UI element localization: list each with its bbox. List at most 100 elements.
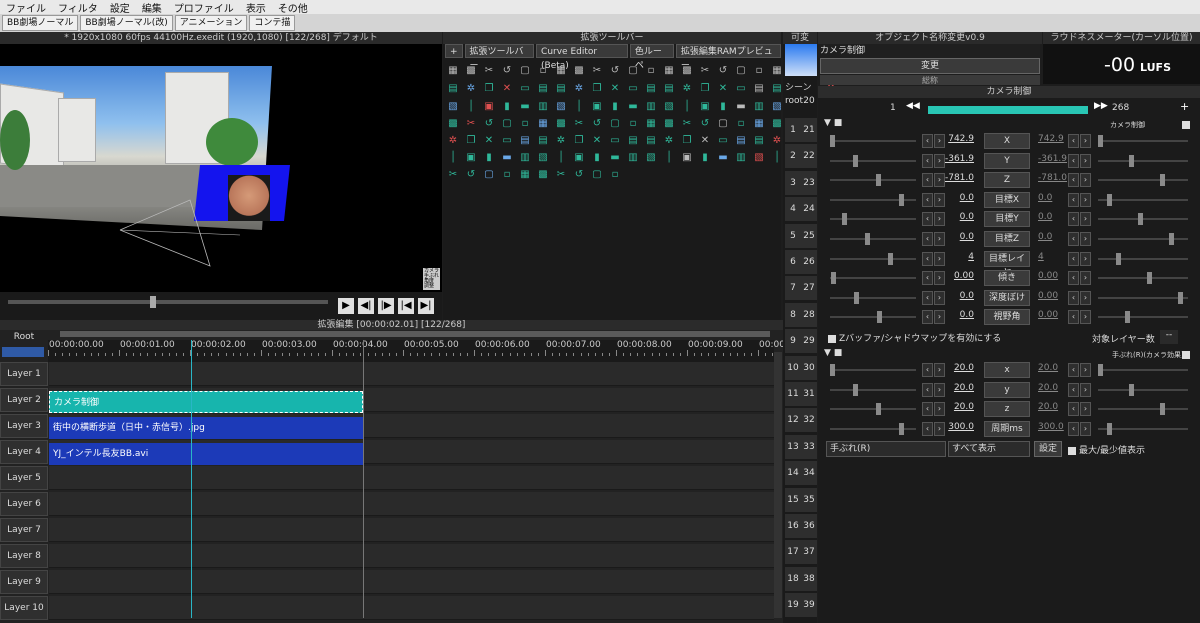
left-slider-knob[interactable] (853, 383, 858, 396)
display-select[interactable]: すべて表示 (948, 441, 1030, 457)
tool-icon[interactable]: ▤ (752, 134, 766, 148)
tool-icon[interactable]: ▤ (536, 134, 550, 148)
tool-icon[interactable]: ▤ (644, 134, 658, 148)
layer-label[interactable]: Layer 8 (0, 544, 48, 568)
layer-label[interactable]: Layer 6 (0, 492, 48, 516)
track-name-button[interactable]: 目標Z (984, 231, 1030, 247)
tool-icon[interactable]: ✂ (554, 168, 568, 182)
track-name-button[interactable]: x (984, 362, 1030, 378)
tool-icon[interactable]: │ (662, 151, 676, 165)
tool-icon[interactable]: ✂ (464, 117, 478, 131)
tool-icon[interactable]: ▬ (608, 151, 622, 165)
track-value[interactable]: 20.0 (938, 402, 974, 412)
tool-icon[interactable]: ▢ (482, 168, 496, 182)
right-slider[interactable] (1098, 388, 1188, 391)
scene-item[interactable]: 31 (801, 382, 817, 406)
layer-label[interactable]: Layer 10 (0, 596, 48, 620)
tool-icon[interactable]: ▥ (518, 151, 532, 165)
menu-item[interactable]: その他 (272, 0, 314, 15)
menu-item[interactable]: 編集 (136, 0, 168, 15)
left-slider-knob[interactable] (899, 193, 904, 206)
right-slider[interactable] (1098, 277, 1188, 280)
tool-icon[interactable]: ▩ (536, 168, 550, 182)
tool-icon[interactable]: ▧ (662, 100, 676, 114)
track-name-button[interactable]: 目標レイヤ (984, 250, 1030, 278)
tool-icon[interactable]: ▣ (590, 100, 604, 114)
menu-item[interactable]: ファイル (0, 0, 52, 15)
tool-icon[interactable]: ❐ (680, 134, 694, 148)
scene-item[interactable]: 30 (801, 355, 817, 380)
settings-button[interactable]: 設定 (1034, 441, 1062, 457)
tool-icon[interactable]: ✂ (446, 168, 460, 182)
increment-icon[interactable]: › (1080, 173, 1091, 188)
layer-label[interactable]: Layer 3 (0, 414, 48, 438)
playhead[interactable] (191, 340, 192, 618)
decrement-icon[interactable]: ‹ (1068, 290, 1079, 305)
tool-icon[interactable]: ▢ (716, 117, 730, 131)
scene-tab[interactable]: シーン (785, 80, 817, 93)
tool-icon[interactable]: │ (554, 151, 568, 165)
right-slider[interactable] (1098, 159, 1188, 162)
tool-icon[interactable]: ▦ (446, 64, 460, 78)
tool-icon[interactable]: ▣ (680, 151, 694, 165)
tool-icon[interactable]: ▮ (608, 100, 622, 114)
scene-item[interactable]: 11 (785, 382, 801, 406)
tool-icon[interactable]: │ (770, 151, 784, 165)
add-icon[interactable]: + (1180, 100, 1189, 113)
tool-icon[interactable]: ❐ (590, 82, 604, 96)
tool-icon[interactable]: ▫ (752, 64, 766, 78)
tool-icon[interactable]: ▬ (626, 100, 640, 114)
left-slider[interactable] (830, 159, 916, 162)
tool-icon[interactable]: ▮ (500, 100, 514, 114)
scene-item[interactable]: 16 (785, 514, 801, 538)
toolbar-tab[interactable]: Curve Editor (Beta) (536, 44, 628, 71)
track-name-button[interactable]: X (984, 133, 1030, 149)
scene-item[interactable]: 15 (785, 487, 801, 512)
left-slider-knob[interactable] (876, 403, 881, 416)
track-value[interactable]: 0.0 (938, 193, 974, 203)
tool-icon[interactable]: │ (446, 151, 460, 165)
scene-item[interactable]: 29 (801, 329, 817, 354)
left-slider[interactable] (830, 257, 916, 260)
tool-icon[interactable]: ✕ (608, 82, 622, 96)
tool-icon[interactable]: ▤ (626, 134, 640, 148)
profile-tab[interactable]: BB劇場ノーマル (2, 15, 79, 31)
increment-icon[interactable]: › (1080, 402, 1091, 417)
decrement-icon[interactable]: ‹ (922, 421, 933, 436)
scene-item[interactable]: 32 (801, 408, 817, 433)
decrement-icon[interactable]: ‹ (922, 212, 933, 227)
track-value[interactable]: 0.00 (938, 271, 974, 281)
tool-icon[interactable]: ▤ (536, 82, 550, 96)
tool-icon[interactable]: ✂ (590, 64, 604, 78)
tool-icon[interactable]: ▧ (770, 100, 784, 114)
layer-lane[interactable] (49, 544, 774, 568)
tool-icon[interactable]: ↺ (482, 117, 496, 131)
scene-item[interactable]: 12 (785, 408, 801, 433)
scene-item[interactable]: 18 (785, 566, 801, 591)
tool-icon[interactable]: ▢ (518, 64, 532, 78)
left-slider-knob[interactable] (888, 252, 893, 265)
tool-icon[interactable]: ↺ (572, 168, 586, 182)
scene-item[interactable]: 33 (801, 434, 817, 459)
timeline-hscroll[interactable] (60, 331, 770, 337)
decrement-icon[interactable]: ‹ (1068, 192, 1079, 207)
right-slider-knob[interactable] (1129, 154, 1134, 167)
track-name-button[interactable]: z (984, 401, 1030, 418)
tool-icon[interactable]: ▫ (734, 117, 748, 131)
increment-icon[interactable]: › (1080, 421, 1091, 436)
rename-input[interactable]: カメラ制御 (818, 44, 1040, 58)
layer-label[interactable]: Layer 5 (0, 466, 48, 490)
decrement-icon[interactable]: ‹ (1068, 382, 1079, 397)
section-camera-checkbox[interactable] (1182, 121, 1190, 129)
tool-icon[interactable]: ▥ (626, 151, 640, 165)
track-value[interactable]: -781.0 (938, 173, 974, 183)
toolbar-tab[interactable]: 色ルーペ (629, 44, 674, 71)
track-name-button[interactable]: 周期ms (984, 420, 1030, 437)
tool-icon[interactable]: ▫ (536, 64, 550, 78)
step-back-icon[interactable]: ◀| (358, 298, 374, 314)
seek-thumb[interactable] (150, 296, 156, 308)
tool-icon[interactable]: ▤ (752, 82, 766, 96)
layer-lane[interactable] (49, 492, 774, 516)
toolbar-tab[interactable]: 拡張編集RAMプレビュー (675, 44, 782, 71)
zbuffer-checkbox[interactable] (828, 334, 836, 343)
